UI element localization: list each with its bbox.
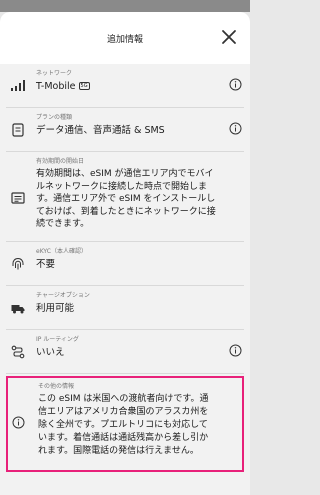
topup-row: チャージオプション 利用可能 — [6, 286, 244, 330]
plan-label: プランの種類 — [36, 114, 73, 121]
ekyc-row: eKYC（本人確認） 不要 — [6, 242, 244, 286]
truck-icon — [11, 305, 25, 314]
network-row: ネットワーク T-Mobile 5G — [6, 64, 244, 108]
sheet-title: 追加情報 — [106, 35, 143, 45]
signal-icon — [11, 80, 25, 91]
topup-label: チャージオプション — [36, 292, 90, 299]
info-icon — [12, 416, 25, 429]
routing-row: IP ルーティング いいえ — [6, 330, 244, 374]
calendar-list-icon — [11, 192, 25, 204]
network-name: T-Mobile — [36, 81, 76, 92]
other-info-label: その他の情報 — [38, 383, 75, 390]
plan-row: プランの種類 データ通信、音声通話 & SMS — [6, 108, 244, 152]
routing-label: IP ルーティング — [36, 336, 79, 343]
other-info-row: その他の情報 この eSIM は米国への渡航者向けです。通信エリアはアメリカ合衆… — [6, 376, 244, 472]
ekyc-label: eKYC（本人確認） — [36, 248, 87, 255]
topup-value: 利用可能 — [36, 303, 75, 314]
other-info-value: この eSIM は米国への渡航者向けです。通信エリアはアメリカ合衆国のアラスカ州… — [38, 394, 209, 456]
validity-row: 有効期間の開始日 有効期間は、eSIM が通信エリア内でモバイルネットワークに接… — [6, 152, 244, 242]
validity-value: 有効期間は、eSIM が通信エリア内でモバイルネットワークに接続した時点で開始し… — [36, 169, 216, 229]
plan-value: データ通信、音声通話 & SMS — [36, 125, 165, 136]
network-label: ネットワーク — [36, 70, 73, 77]
5g-badge: 5G — [78, 82, 90, 90]
route-icon — [11, 345, 25, 359]
document-icon — [12, 123, 24, 137]
fingerprint-icon — [12, 258, 24, 270]
close-icon[interactable] — [220, 28, 238, 46]
routing-value: いいえ — [36, 347, 65, 358]
background-overlay — [0, 0, 250, 12]
info-list: ネットワーク T-Mobile 5G プランの種類 データ通信、音声通話 & SM… — [0, 64, 250, 472]
info-icon[interactable] — [229, 78, 242, 91]
additional-info-sheet: 追加情報 ネットワーク T-Mobile 5G プランの種類 データ通信、音声通… — [0, 12, 250, 495]
info-icon[interactable] — [229, 344, 242, 357]
sheet-header: 追加情報 — [0, 12, 250, 64]
validity-label: 有効期間の開始日 — [36, 158, 85, 165]
ekyc-value: 不要 — [36, 259, 56, 270]
info-icon[interactable] — [229, 122, 242, 135]
network-value: T-Mobile 5G — [36, 80, 218, 94]
